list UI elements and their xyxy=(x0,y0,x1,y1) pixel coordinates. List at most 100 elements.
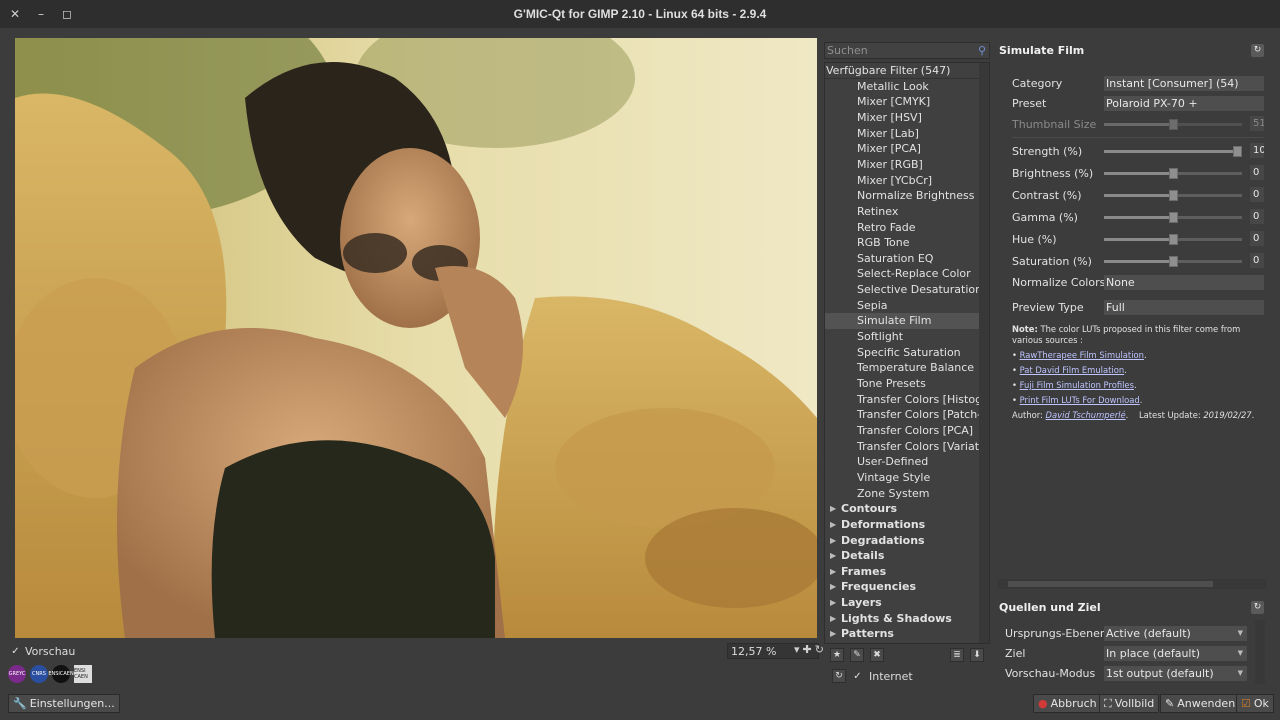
params-horizontal-scrollbar[interactable] xyxy=(998,579,1266,589)
filter-tree[interactable]: Verfügbare Filter (547) Metallic Look Mix… xyxy=(824,62,990,644)
ok-button[interactable]: ☑ Ok xyxy=(1236,694,1274,713)
param-slider[interactable] xyxy=(1104,146,1242,157)
filter-category[interactable]: ▶ Frequencies xyxy=(825,579,979,595)
filter-item[interactable]: Specific Saturation xyxy=(825,345,979,361)
io-combo[interactable]: 1st output (default) ▼ xyxy=(1104,666,1247,681)
dropdown-arrow-icon[interactable]: ▼ xyxy=(1238,646,1243,661)
param-slider-knob[interactable] xyxy=(1169,190,1178,201)
preview-type-combo[interactable]: Full xyxy=(1104,300,1264,315)
refresh-preview-icon[interactable]: ↻ xyxy=(815,643,824,656)
filter-category[interactable]: ▶ Frames xyxy=(825,564,979,580)
fullscreen-button[interactable]: ⛶ Vollbild xyxy=(1099,694,1160,713)
filter-item[interactable]: Retro Fade xyxy=(825,220,979,236)
filter-tree-root[interactable]: Verfügbare Filter (547) xyxy=(825,63,979,79)
params-scroll-thumb[interactable] xyxy=(1008,581,1213,587)
thumbnail-size-value[interactable]: 51 xyxy=(1250,116,1264,131)
expand-arrow-icon[interactable]: ▶ xyxy=(830,626,836,642)
filter-item[interactable]: Metallic Look xyxy=(825,79,979,95)
filter-item[interactable]: Mixer [CMYK] xyxy=(825,94,979,110)
filter-item[interactable]: Transfer Colors [Patch-Based] xyxy=(825,407,979,423)
io-combo[interactable]: In place (default) ▼ xyxy=(1104,646,1247,661)
param-slider-knob[interactable] xyxy=(1169,212,1178,223)
param-slider-knob[interactable] xyxy=(1169,168,1178,179)
category-combo[interactable]: Instant [Consumer] (54) xyxy=(1104,76,1264,91)
zoom-dropdown-icon[interactable]: ▾ xyxy=(794,643,800,656)
thumbnail-size-knob[interactable] xyxy=(1169,119,1178,130)
cancel-button[interactable]: ● Abbruch xyxy=(1033,694,1102,713)
io-combo[interactable]: Active (default) ▼ xyxy=(1104,626,1247,641)
filter-item[interactable]: Sepia xyxy=(825,298,979,314)
dropdown-arrow-icon[interactable]: ▼ xyxy=(1238,666,1243,681)
close-window-button[interactable]: ✕ xyxy=(7,6,23,22)
filter-item[interactable]: User-Defined xyxy=(825,454,979,470)
link-pat-david[interactable]: Pat David Film Emulation xyxy=(1020,365,1125,375)
filter-item[interactable]: Transfer Colors [Histogram] xyxy=(825,392,979,408)
maximize-window-button[interactable]: ◻ xyxy=(59,6,75,22)
expand-arrow-icon[interactable]: ▶ xyxy=(830,533,836,549)
expand-arrow-icon[interactable]: ▶ xyxy=(830,517,836,533)
param-value[interactable]: 100 xyxy=(1250,143,1264,158)
preset-combo[interactable]: Polaroid PX-70 + xyxy=(1104,96,1264,111)
link-rawtherapee[interactable]: RawTherapee Film Simulation xyxy=(1020,350,1144,360)
zoom-in-icon[interactable]: ✚ xyxy=(803,643,812,656)
expand-arrow-icon[interactable]: ▶ xyxy=(830,611,836,627)
filter-item[interactable]: Transfer Colors [PCA] xyxy=(825,423,979,439)
param-slider[interactable] xyxy=(1104,212,1242,223)
link-print-film-luts[interactable]: Print Film LUTs For Download xyxy=(1020,395,1140,405)
link-fuji-profiles[interactable]: Fuji Film Simulation Profiles xyxy=(1020,380,1134,390)
filter-category[interactable]: ▶ Deformations xyxy=(825,517,979,533)
preview-checkbox[interactable]: ✓ xyxy=(10,646,21,657)
expand-arrow-icon[interactable]: ▶ xyxy=(830,595,836,611)
filter-item[interactable]: Tone Presets xyxy=(825,376,979,392)
normalize-colors-combo[interactable]: None xyxy=(1104,275,1264,290)
param-slider[interactable] xyxy=(1104,168,1242,179)
minimize-window-button[interactable]: – xyxy=(33,6,49,22)
internet-checkbox[interactable]: ✓ xyxy=(852,671,863,682)
thumbnail-size-slider[interactable] xyxy=(1104,119,1242,130)
internet-refresh-icon[interactable]: ↻ xyxy=(832,669,846,683)
filter-item[interactable]: Normalize Brightness xyxy=(825,188,979,204)
filter-item[interactable]: Mixer [RGB] xyxy=(825,157,979,173)
filter-item[interactable]: Simulate Film xyxy=(825,313,979,329)
filter-item[interactable]: Softlight xyxy=(825,329,979,345)
visibility-toggle-icon[interactable]: ≣ xyxy=(950,648,964,662)
filter-search-input[interactable]: Suchen ⚲ xyxy=(824,42,990,59)
param-value[interactable]: 0 xyxy=(1250,165,1264,180)
filter-item[interactable]: Zone System xyxy=(825,486,979,502)
filter-category[interactable]: ▶ Contours xyxy=(825,501,979,517)
filter-category[interactable]: ▶ Patterns xyxy=(825,626,979,642)
param-slider[interactable] xyxy=(1104,234,1242,245)
filter-item[interactable]: Mixer [Lab] xyxy=(825,126,979,142)
apply-button[interactable]: ✎ Anwenden xyxy=(1160,694,1241,713)
filter-item[interactable]: Saturation EQ xyxy=(825,251,979,267)
reset-params-icon[interactable]: ↻ xyxy=(1251,44,1264,57)
dropdown-arrow-icon[interactable]: ▼ xyxy=(1238,626,1243,641)
filter-item[interactable]: Mixer [PCA] xyxy=(825,141,979,157)
settings-button[interactable]: 🔧 Einstellungen... xyxy=(8,694,120,713)
expand-arrow-icon[interactable]: ▶ xyxy=(830,564,836,580)
favorite-remove-icon[interactable]: ✖ xyxy=(870,648,884,662)
filter-category[interactable]: ▶ Layers xyxy=(825,595,979,611)
filter-item[interactable]: Mixer [HSV] xyxy=(825,110,979,126)
download-icon[interactable]: ⬇ xyxy=(970,648,984,662)
favorite-add-icon[interactable]: ★ xyxy=(830,648,844,662)
filter-item[interactable]: Transfer Colors [Variational] xyxy=(825,439,979,455)
filter-item[interactable]: RGB Tone xyxy=(825,235,979,251)
favorite-rename-icon[interactable]: ✎ xyxy=(850,648,864,662)
filter-item[interactable]: Select-Replace Color xyxy=(825,266,979,282)
filter-category[interactable]: ▶ Degradations xyxy=(825,533,979,549)
param-slider[interactable] xyxy=(1104,190,1242,201)
expand-arrow-icon[interactable]: ▶ xyxy=(830,579,836,595)
filter-item[interactable]: Temperature Balance xyxy=(825,360,979,376)
param-slider[interactable] xyxy=(1104,256,1242,267)
filter-item[interactable]: Retinex xyxy=(825,204,979,220)
preview-image[interactable] xyxy=(15,38,817,638)
author-link[interactable]: David Tschumperlé xyxy=(1046,410,1126,420)
param-value[interactable]: 0 xyxy=(1250,253,1264,268)
param-value[interactable]: 0 xyxy=(1250,231,1264,246)
filter-item[interactable]: Vintage Style xyxy=(825,470,979,486)
filter-category[interactable]: ▶ Lights & Shadows xyxy=(825,611,979,627)
param-value[interactable]: 0 xyxy=(1250,209,1264,224)
expand-arrow-icon[interactable]: ▶ xyxy=(830,501,836,517)
filter-item[interactable]: Mixer [YCbCr] xyxy=(825,173,979,189)
